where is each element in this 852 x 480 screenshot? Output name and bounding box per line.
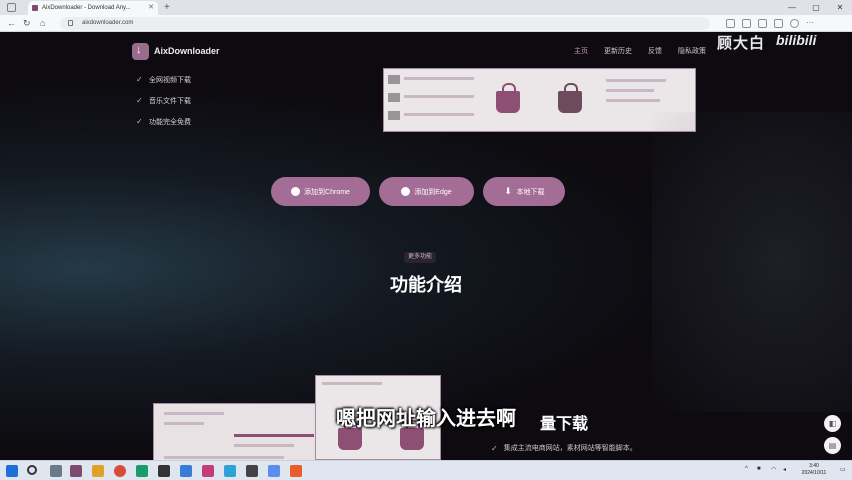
app-icon[interactable] — [290, 465, 302, 477]
profile-icon[interactable] — [790, 19, 799, 28]
handbag-image — [558, 83, 582, 113]
browser-tab-strip: AixDownloader - Download Any... ✕ + — ▢ … — [0, 0, 852, 15]
app-icon[interactable] — [268, 465, 280, 477]
check-icon: ✓ — [136, 75, 143, 84]
tab-close-icon[interactable]: ✕ — [148, 1, 154, 15]
mock-thumbnail — [388, 75, 400, 84]
add-to-edge-button[interactable]: 添加到Edge — [379, 177, 474, 206]
screen: AixDownloader - Download Any... ✕ + — ▢ … — [0, 0, 852, 480]
taskbar: ^ ■ ◠ ◂ 3:40 2024/10/11 ▭ — [0, 460, 852, 480]
handbag-image — [338, 420, 362, 450]
clock-date: 2024/10/11 — [801, 470, 827, 476]
mock-thumbnail — [388, 93, 400, 102]
app-icon[interactable] — [224, 465, 236, 477]
nav-home[interactable]: 主页 — [574, 46, 588, 56]
url-text: aixdownloader.com — [82, 20, 134, 26]
check-icon: ✓ — [491, 443, 498, 453]
back-icon[interactable]: ← — [7, 18, 16, 29]
bilibili-logo: bilibili — [776, 32, 817, 48]
nav-changelog[interactable]: 更新历史 — [604, 46, 632, 56]
section-title: 功能介绍 — [390, 275, 462, 295]
chrome-icon — [291, 187, 301, 196]
more-menu-icon[interactable]: ··· — [806, 19, 815, 28]
network-icon[interactable]: ◠ — [771, 466, 776, 473]
task-view-icon[interactable] — [50, 465, 62, 477]
clock-time: 3:40 — [809, 463, 819, 469]
browser-icon[interactable] — [114, 465, 126, 477]
url-field[interactable]: aixdownloader.com — [60, 17, 710, 30]
watermark-text: 顾大白 — [717, 35, 766, 52]
floating-menu-icon[interactable]: ▤ — [824, 437, 841, 454]
windows-start-icon[interactable] — [6, 465, 18, 477]
tray-chevron-icon[interactable]: ^ — [745, 466, 748, 472]
volume-icon[interactable]: ◂ — [783, 466, 786, 473]
web-page: AixDownloader 主页 更新历史 反馈 隐私政策 ✓ 全网视频下载 ✓… — [0, 32, 852, 460]
extensions-icon[interactable] — [726, 19, 735, 28]
tab-actions-icon[interactable] — [7, 3, 16, 12]
address-toolbar: ← ↻ ⌂ aixdownloader.com ··· — [0, 15, 852, 32]
handbag-image — [400, 420, 424, 450]
search-icon[interactable] — [27, 465, 37, 475]
mock-thumbnail — [388, 111, 400, 120]
tab-title: AixDownloader - Download Any... — [42, 5, 131, 11]
feature-description: ✓ 集成主流电商网站，素材网站等智能脚本。 — [491, 443, 637, 453]
favorites-icon[interactable] — [742, 19, 751, 28]
app-icon[interactable] — [180, 465, 192, 477]
video-subtitle: 嗯把网址输入进去啊 — [336, 408, 516, 430]
nav-feedback[interactable]: 反馈 — [648, 46, 662, 56]
download-logo-icon — [132, 42, 149, 60]
close-window-icon[interactable]: ✕ — [828, 0, 852, 15]
feature-item: ✓ 音乐文件下载 — [136, 96, 191, 105]
handbag-image — [496, 83, 520, 113]
maximize-icon[interactable]: ▢ — [804, 0, 828, 15]
download-icon: ⬇ — [504, 186, 512, 196]
feature-item: ✓ 功能完全免费 — [136, 117, 191, 126]
tab-favicon-icon — [32, 5, 38, 11]
minimize-icon[interactable]: — — [780, 0, 804, 15]
app-icon[interactable] — [136, 465, 148, 477]
feature-list: ✓ 全网视频下载 ✓ 音乐文件下载 ✓ 功能完全免费 — [136, 69, 191, 132]
app-icon[interactable] — [202, 465, 214, 477]
app-icon[interactable] — [158, 465, 170, 477]
section-pill: 更多功能 — [404, 252, 437, 263]
local-download-button[interactable]: ⬇ 本地下载 — [483, 177, 565, 206]
clock[interactable]: 3:40 2024/10/11 — [792, 463, 836, 477]
site-logo[interactable]: AixDownloader — [132, 41, 220, 61]
top-navigation: 主页 更新历史 反馈 隐私政策 — [574, 46, 722, 56]
app-icon[interactable] — [246, 465, 258, 477]
edge-icon — [401, 187, 411, 196]
feature-item: ✓ 全网视频下载 — [136, 75, 191, 84]
check-icon: ✓ — [136, 117, 143, 126]
logo-text: AixDownloader — [154, 46, 220, 56]
lock-icon — [68, 20, 73, 26]
check-icon: ✓ — [136, 96, 143, 105]
add-to-chrome-button[interactable]: 添加到Chrome — [271, 177, 370, 206]
tray-app-icon[interactable]: ■ — [757, 466, 761, 472]
new-tab-icon[interactable]: + — [164, 0, 170, 15]
app-icon[interactable] — [70, 465, 82, 477]
home-icon[interactable]: ⌂ — [40, 18, 45, 29]
refresh-icon[interactable]: ↻ — [23, 18, 31, 29]
browser-tab[interactable]: AixDownloader - Download Any... ✕ — [28, 1, 158, 15]
file-explorer-icon[interactable] — [92, 465, 104, 477]
downloads-icon[interactable] — [774, 19, 783, 28]
notification-icon[interactable]: ▭ — [840, 466, 846, 473]
collections-icon[interactable] — [758, 19, 767, 28]
hero-screenshot — [383, 68, 696, 132]
nav-privacy[interactable]: 隐私政策 — [678, 46, 706, 56]
